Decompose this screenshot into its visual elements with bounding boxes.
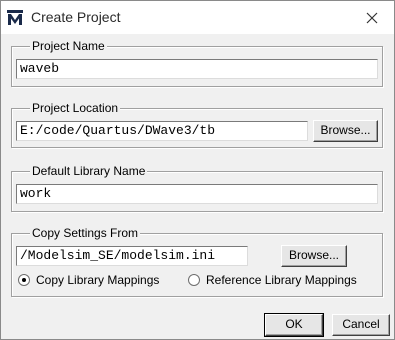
project-location-group: Project Location E:/code/Quartus/DWave3/… — [11, 101, 383, 148]
reference-library-mappings-label: Reference Library Mappings — [206, 273, 357, 287]
radio-selected-icon — [18, 274, 30, 286]
ok-button[interactable]: OK — [264, 313, 324, 337]
copy-settings-group: Copy Settings From /Modelsim_SE/modelsim… — [11, 226, 383, 297]
close-icon — [366, 12, 378, 24]
copy-settings-browse-button[interactable]: Browse... — [281, 245, 347, 267]
cancel-button[interactable]: Cancel — [332, 314, 390, 336]
project-location-browse-button[interactable]: Browse... — [313, 120, 378, 142]
default-library-group: Default Library Name work — [11, 164, 383, 212]
copy-library-mappings-radio[interactable]: Copy Library Mappings — [18, 272, 183, 288]
window-title: Create Project — [31, 9, 121, 25]
reference-library-mappings-radio[interactable]: Reference Library Mappings — [188, 272, 380, 288]
title-bar: Create Project — [1, 1, 394, 34]
copy-settings-input[interactable]: /Modelsim_SE/modelsim.ini — [16, 246, 248, 266]
default-library-legend: Default Library Name — [30, 164, 148, 178]
default-library-input[interactable]: work — [16, 184, 378, 204]
project-name-input[interactable]: waveb — [16, 59, 378, 79]
close-button[interactable] — [360, 7, 384, 29]
radio-unselected-icon — [188, 274, 200, 286]
copy-settings-legend: Copy Settings From — [30, 226, 141, 240]
project-name-group: Project Name waveb — [11, 39, 383, 87]
project-location-legend: Project Location — [30, 101, 121, 115]
copy-library-mappings-label: Copy Library Mappings — [36, 273, 160, 287]
project-location-input[interactable]: E:/code/Quartus/DWave3/tb — [16, 121, 308, 141]
create-project-dialog: Create Project Project Name waveb Projec… — [0, 0, 395, 340]
project-name-legend: Project Name — [30, 39, 107, 53]
modelsim-m-icon — [7, 10, 23, 26]
